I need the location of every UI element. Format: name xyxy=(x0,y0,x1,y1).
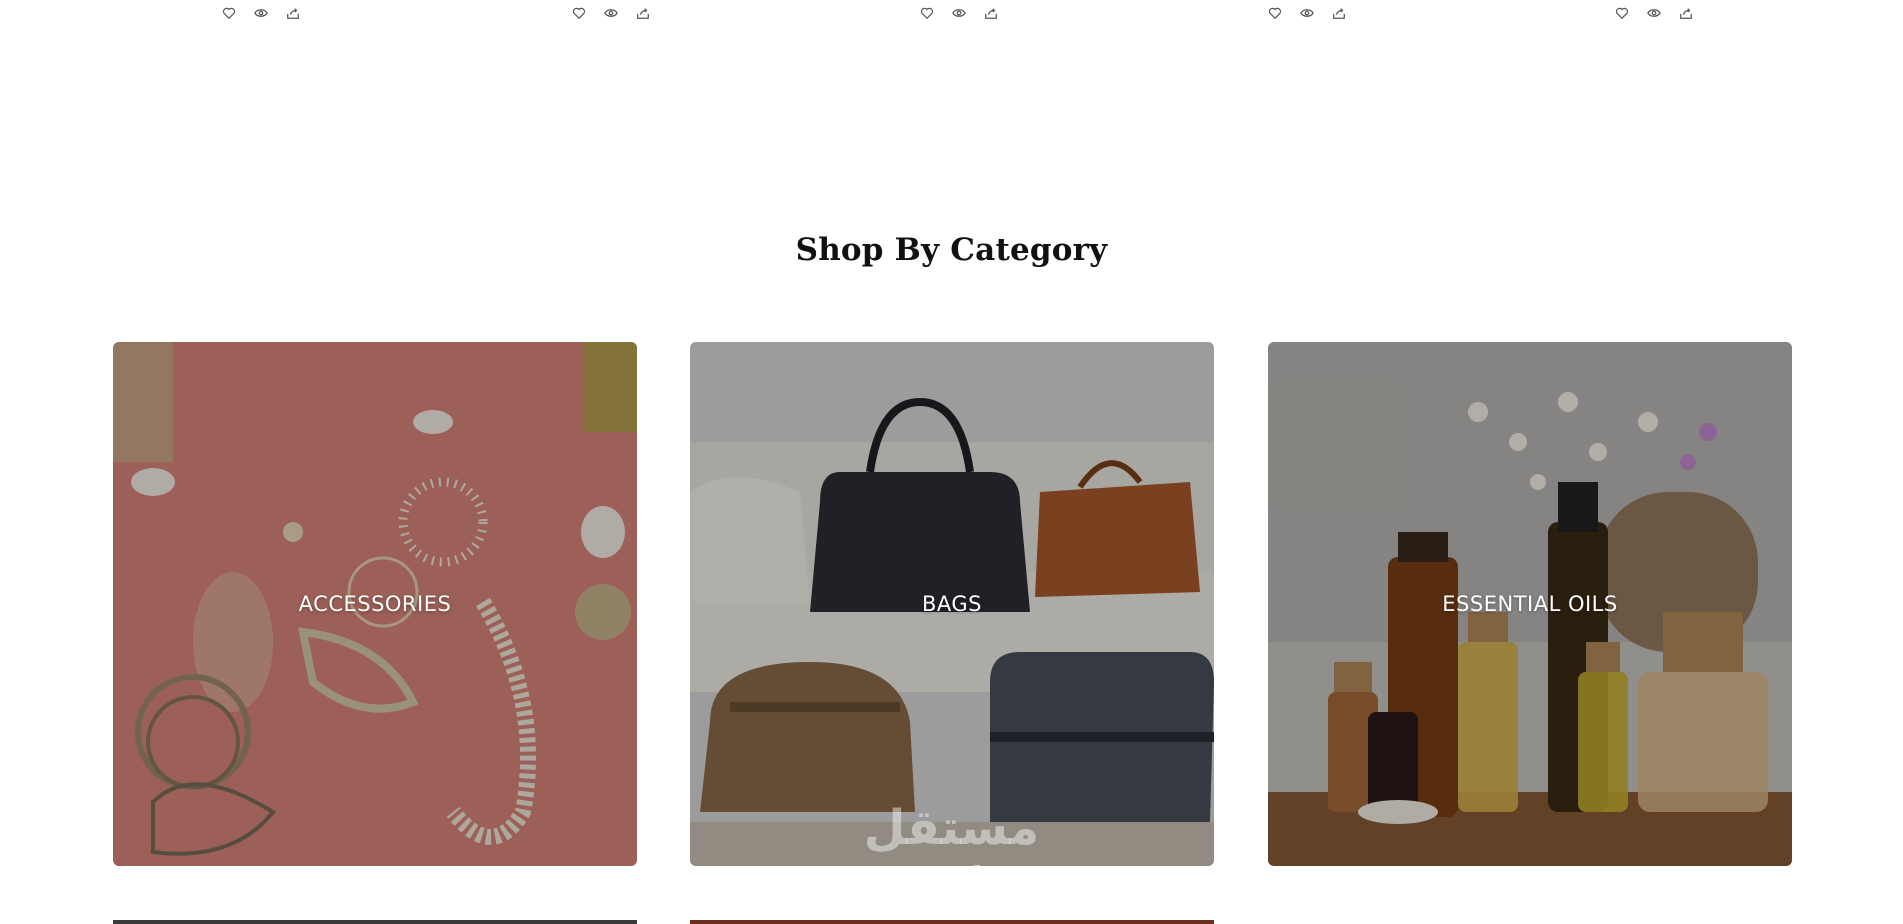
eye-icon[interactable] xyxy=(1645,4,1663,22)
share-icon[interactable] xyxy=(982,4,1000,22)
share-icon[interactable] xyxy=(634,4,652,22)
share-icon[interactable] xyxy=(284,4,302,22)
category-card-accessories[interactable]: ACCESSORIES xyxy=(113,342,637,866)
section-title: Shop By Category xyxy=(795,232,1108,268)
heart-icon[interactable] xyxy=(918,4,936,22)
share-icon[interactable] xyxy=(1677,4,1695,22)
heart-icon[interactable] xyxy=(1613,4,1631,22)
product-actions-1 xyxy=(220,4,302,22)
heart-icon[interactable] xyxy=(1266,4,1284,22)
category-label: ACCESSORIES xyxy=(298,592,452,616)
heart-icon[interactable] xyxy=(570,4,588,22)
eye-icon[interactable] xyxy=(602,4,620,22)
product-actions-4 xyxy=(1266,4,1348,22)
heart-icon[interactable] xyxy=(220,4,238,22)
share-icon[interactable] xyxy=(1330,4,1348,22)
product-actions-3 xyxy=(918,4,1000,22)
product-actions-5 xyxy=(1613,4,1695,22)
category-card-bags[interactable]: BAGS xyxy=(690,342,1214,866)
category-label: BAGS xyxy=(921,592,982,616)
eye-icon[interactable] xyxy=(950,4,968,22)
eye-icon[interactable] xyxy=(252,4,270,22)
eye-icon[interactable] xyxy=(1298,4,1316,22)
product-actions-row xyxy=(0,4,1903,28)
watermark-domain: mostaql.com xyxy=(828,860,1075,900)
category-label: ESSENTIAL OILS xyxy=(1442,592,1618,616)
category-card-essential-oils[interactable]: ESSENTIAL OILS xyxy=(1268,342,1792,866)
product-actions-2 xyxy=(570,4,652,22)
